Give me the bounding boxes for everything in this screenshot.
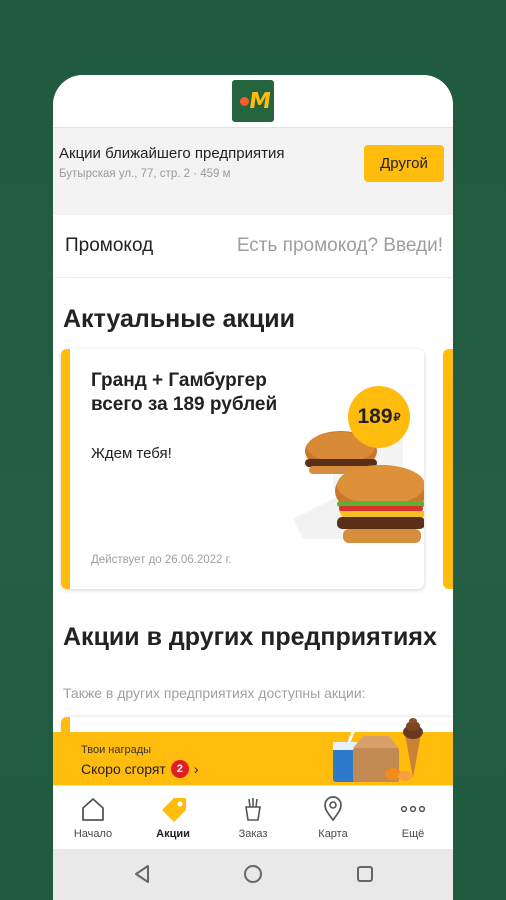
bottom-tab-bar: Начало Акции Заказ Карта Ещё [53,785,453,850]
recents-icon[interactable] [354,862,376,886]
rewards-expiring-label: Скоро сгорят [81,761,166,777]
current-promos-title: Актуальные акции [63,305,295,333]
promo-card[interactable]: Гранд + Гамбургер всего за 189 рублей Жд… [61,349,424,589]
brand-logo: M [232,80,274,122]
promo-card-subtitle: Ждем тебя! [91,445,172,462]
rewards-expiring[interactable]: Скоро сгорят 2 › [81,760,199,778]
tab-home[interactable]: Начало [53,786,133,850]
phone-screen: M Акции ближайшего предприятия Бутырская… [53,75,453,900]
tab-map[interactable]: Карта [293,786,373,850]
card-stripe [61,349,70,589]
promo-card-validity: Действует до 26.06.2022 г. [91,554,232,566]
promo-input-hint[interactable]: Есть промокод? Введи! [237,235,443,257]
tab-more-label: Ещё [401,828,425,840]
tab-promos[interactable]: Акции [133,786,213,850]
currency-sign: ₽ [393,411,401,424]
other-promos-title: Акции в других предприятиях [63,623,437,651]
rewards-banner[interactable]: Твои награды Скоро сгорят 2 › [53,718,453,785]
tab-order-label: Заказ [238,828,268,840]
nearest-address: Бутырская ул., 77, стр. 2 · 459 м [59,168,231,180]
logo-letter: M [247,89,269,114]
promo-code-row[interactable]: Промокод Есть промокод? Введи! [53,215,453,278]
burger-image [293,429,424,543]
nearest-restaurant-bar: Акции ближайшего предприятия Бутырская у… [53,127,453,198]
rewards-label: Твои награды [81,744,152,756]
map-pin-icon [324,796,342,822]
tab-map-label: Карта [318,828,348,840]
other-promos-hint: Также в других предприятиях доступны акц… [63,685,366,701]
tab-more[interactable]: Ещё [373,786,453,850]
fries-icon [245,798,261,821]
home-button-icon[interactable] [242,862,264,886]
rewards-count-badge: 2 [170,760,189,778]
promo-label: Промокод [65,235,154,256]
home-icon [82,798,104,821]
tab-promos-label: Акции [156,828,190,840]
other-restaurant-button[interactable]: Другой [364,145,444,182]
price-value: 189 [357,405,393,428]
rewards-illustration [333,718,423,782]
nearest-title: Акции ближайшего предприятия [59,145,285,162]
top-bar: M [53,75,453,127]
more-icon [400,805,426,813]
promo-card-title: Гранд + Гамбургер всего за 189 рублей [91,370,278,415]
chevron-right-icon: › [193,761,199,777]
price-badge: 189 ₽ [348,386,410,448]
tab-order[interactable]: Заказ [213,786,293,850]
tab-home-label: Начало [73,828,113,840]
tag-icon [162,798,186,822]
back-icon[interactable] [131,862,153,886]
next-promo-card-peek[interactable] [443,349,453,589]
main-content: Промокод Есть промокод? Введи! Актуальны… [53,215,453,732]
android-nav-bar [53,849,453,900]
